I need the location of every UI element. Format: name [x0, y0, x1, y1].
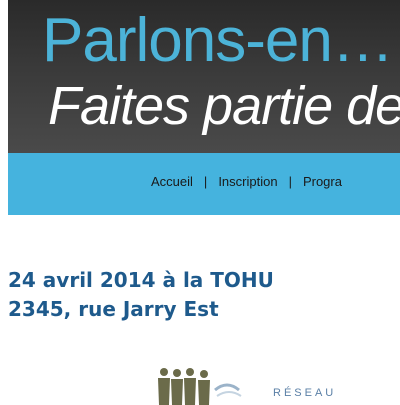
people-logo-icon — [158, 368, 242, 405]
logo-text: RÉSEAU — [273, 387, 337, 399]
nav-item-accueil[interactable]: Accueil — [151, 174, 193, 189]
nav-separator: | — [288, 174, 292, 189]
reseau-logo: RÉSEAU — [155, 366, 400, 405]
event-date: 24 avril 2014 à la TOHU — [8, 268, 274, 292]
event-address: 2345, rue Jarry Est — [8, 297, 219, 321]
nav-item-programme[interactable]: Progra — [303, 174, 342, 189]
banner-title: Parlons-en… — [42, 6, 394, 75]
main-nav: Accueil | Inscription | Progra — [8, 153, 400, 215]
nav-separator: | — [203, 174, 208, 189]
nav-list: Accueil | Inscription | Progra — [151, 174, 342, 189]
nav-item-inscription[interactable]: Inscription — [218, 174, 277, 189]
banner-subtitle: Faites partie de — [48, 76, 400, 136]
header-banner: Parlons-en… Faites partie de — [8, 0, 400, 153]
event-info: 24 avril 2014 à la TOHU 2345, rue Jarry … — [8, 266, 274, 324]
